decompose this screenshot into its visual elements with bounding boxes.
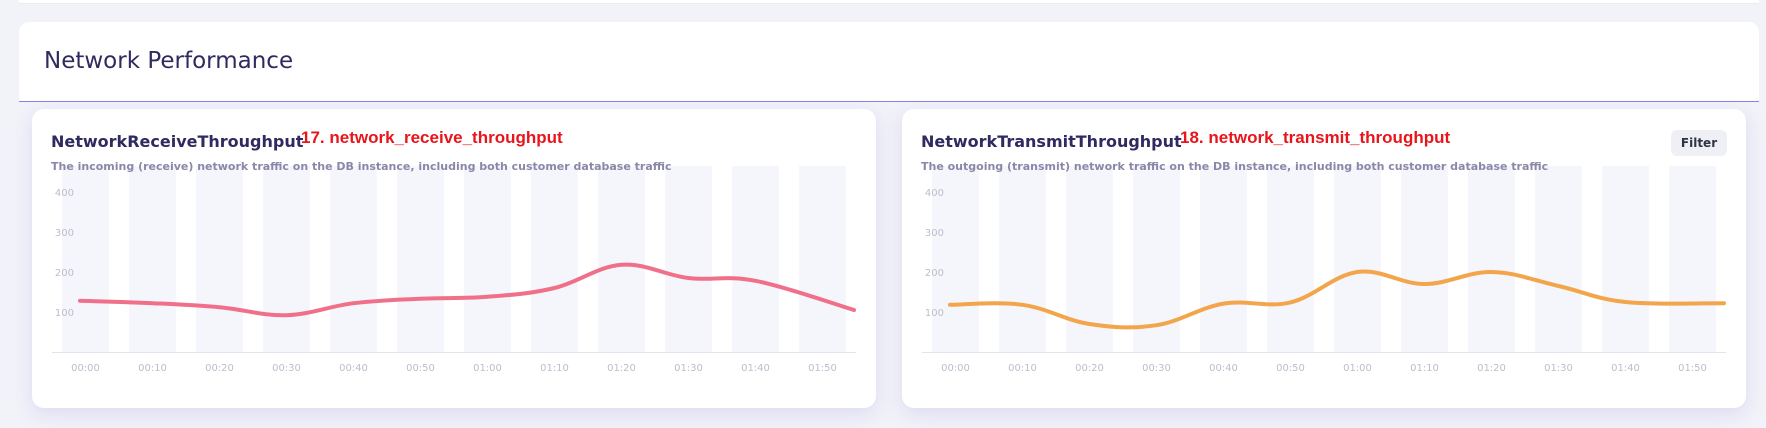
data-point — [78, 299, 82, 303]
data-point — [852, 308, 856, 312]
data-point — [1021, 303, 1025, 307]
x-tick-label: 00:30 — [272, 363, 301, 374]
data-point — [620, 263, 624, 267]
data-point — [948, 303, 952, 307]
x-tick-label: 01:10 — [540, 363, 569, 374]
data-point — [1722, 301, 1726, 305]
grid-band — [665, 166, 712, 352]
x-tick-label: 01:10 — [1410, 363, 1439, 374]
y-tick-label: 400 — [925, 188, 944, 199]
data-point — [218, 305, 222, 309]
x-tick-label: 00:00 — [71, 363, 100, 374]
grid-band — [1468, 166, 1515, 352]
data-point — [352, 301, 356, 305]
x-tick-label: 00:40 — [1209, 363, 1238, 374]
section-divider — [19, 101, 1759, 102]
data-point — [151, 301, 155, 305]
data-point — [1289, 300, 1293, 304]
x-tick-label: 00:50 — [406, 363, 435, 374]
x-tick-label: 01:40 — [1611, 363, 1640, 374]
grid-band — [129, 166, 176, 352]
data-point — [754, 279, 758, 283]
data-point — [687, 276, 691, 280]
x-tick-label: 00:20 — [1075, 363, 1104, 374]
data-point — [1423, 282, 1427, 286]
card-title: NetworkTransmitThroughput — [921, 132, 1182, 151]
grid-band — [464, 166, 511, 352]
x-tick-label: 01:40 — [741, 363, 770, 374]
grid-band — [1401, 166, 1448, 352]
x-tick-label: 01:00 — [473, 363, 502, 374]
card-annotation: 18. network_transmit_throughput — [1180, 128, 1451, 147]
grid-band — [1669, 166, 1716, 352]
grid-band — [330, 166, 377, 352]
x-tick-label: 01:30 — [1544, 363, 1573, 374]
y-tick-label: 300 — [925, 228, 944, 239]
x-tick-label: 01:20 — [1477, 363, 1506, 374]
grid-band — [196, 166, 243, 352]
transmit-throughput-card: 100 200 300 400 00:00 00:10 00:20 00:30 00:40 00:… — [902, 109, 1746, 408]
data-point — [1557, 284, 1561, 288]
x-tick-label: 01:20 — [607, 363, 636, 374]
card-title: NetworkReceiveThroughput — [51, 132, 304, 151]
x-tick-label: 01:50 — [808, 363, 837, 374]
y-tick-label: 200 — [55, 268, 74, 279]
section-title: Network Performance — [44, 48, 294, 74]
data-point — [1490, 270, 1494, 274]
receive-throughput-card: 100 200 300 400 00:00 00:10 00:20 00:30 00:40 00:… — [32, 109, 876, 408]
data-point — [1088, 322, 1092, 326]
y-tick-label: 100 — [925, 308, 944, 319]
x-tick-label: 01:00 — [1343, 363, 1372, 374]
grid-band — [732, 166, 779, 352]
x-tick-label: 01:50 — [1678, 363, 1707, 374]
network-performance-section: Network Performance — [19, 22, 1759, 102]
top-panel-edge — [19, 0, 1759, 4]
data-point — [285, 313, 289, 317]
data-point — [419, 297, 423, 301]
x-tick-label: 00:30 — [1142, 363, 1171, 374]
grid-band — [999, 166, 1046, 352]
grid-band — [531, 166, 578, 352]
grid-band — [397, 166, 444, 352]
filter-button[interactable]: Filter — [1671, 130, 1727, 156]
y-tick-label: 300 — [55, 228, 74, 239]
x-tick-label: 00:10 — [1008, 363, 1037, 374]
receive-throughput-chart: 100 200 300 400 00:00 00:10 00:20 00:30 00:40 00:… — [52, 166, 856, 374]
x-tick-label: 00:00 — [941, 363, 970, 374]
x-tick-label: 00:20 — [205, 363, 234, 374]
data-point — [1222, 302, 1226, 306]
grid-band — [1267, 166, 1314, 352]
card-description: The outgoing (transmit) network traffic … — [921, 160, 1549, 173]
x-tick-label: 00:40 — [339, 363, 368, 374]
data-point — [1624, 300, 1628, 304]
grid-band — [1535, 166, 1582, 352]
x-tick-label: 00:50 — [1276, 363, 1305, 374]
y-tick-label: 100 — [55, 308, 74, 319]
grid-band — [799, 166, 846, 352]
data-point — [1356, 270, 1360, 274]
grid-band — [1602, 166, 1649, 352]
y-tick-label: 400 — [55, 188, 74, 199]
x-tick-label: 01:30 — [674, 363, 703, 374]
grid-band — [1334, 166, 1381, 352]
grid-band — [598, 166, 645, 352]
transmit-throughput-chart: 100 200 300 400 00:00 00:10 00:20 00:30 00:40 00:… — [922, 166, 1726, 374]
x-tick-label: 00:10 — [138, 363, 167, 374]
card-annotation: 17. network_receive_throughput — [301, 128, 563, 147]
card-description: The incoming (receive) network traffic o… — [51, 160, 672, 173]
data-point — [486, 295, 490, 299]
data-point — [1155, 323, 1159, 327]
data-point — [553, 286, 557, 290]
y-tick-label: 200 — [925, 268, 944, 279]
grid-band — [263, 166, 310, 352]
grid-band — [1200, 166, 1247, 352]
